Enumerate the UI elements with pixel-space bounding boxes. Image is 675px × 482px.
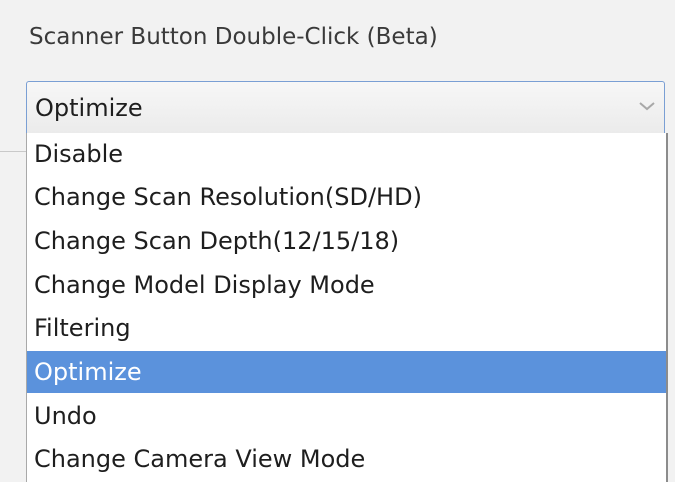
option-undo[interactable]: Undo bbox=[27, 395, 666, 437]
option-change-scan-depth[interactable]: Change Scan Depth(12/15/18) bbox=[27, 220, 666, 262]
option-change-scan-resolution[interactable]: Change Scan Resolution(SD/HD) bbox=[27, 176, 666, 218]
option-change-model-display-mode[interactable]: Change Model Display Mode bbox=[27, 264, 666, 306]
option-filtering[interactable]: Filtering bbox=[27, 307, 666, 349]
option-disable[interactable]: Disable bbox=[27, 133, 666, 175]
chevron-down-icon bbox=[639, 102, 655, 111]
selected-value: Optimize bbox=[35, 94, 143, 122]
settings-panel: Scanner Button Double-Click (Beta) Optim… bbox=[0, 0, 675, 482]
section-divider bbox=[0, 151, 28, 152]
dropdown-list: Disable Change Scan Resolution(SD/HD) Ch… bbox=[26, 133, 668, 482]
option-change-camera-view-mode[interactable]: Change Camera View Mode bbox=[27, 438, 666, 480]
setting-label: Scanner Button Double-Click (Beta) bbox=[29, 24, 438, 50]
option-optimize[interactable]: Optimize bbox=[27, 351, 666, 393]
double-click-action-select[interactable]: Optimize bbox=[26, 81, 665, 133]
